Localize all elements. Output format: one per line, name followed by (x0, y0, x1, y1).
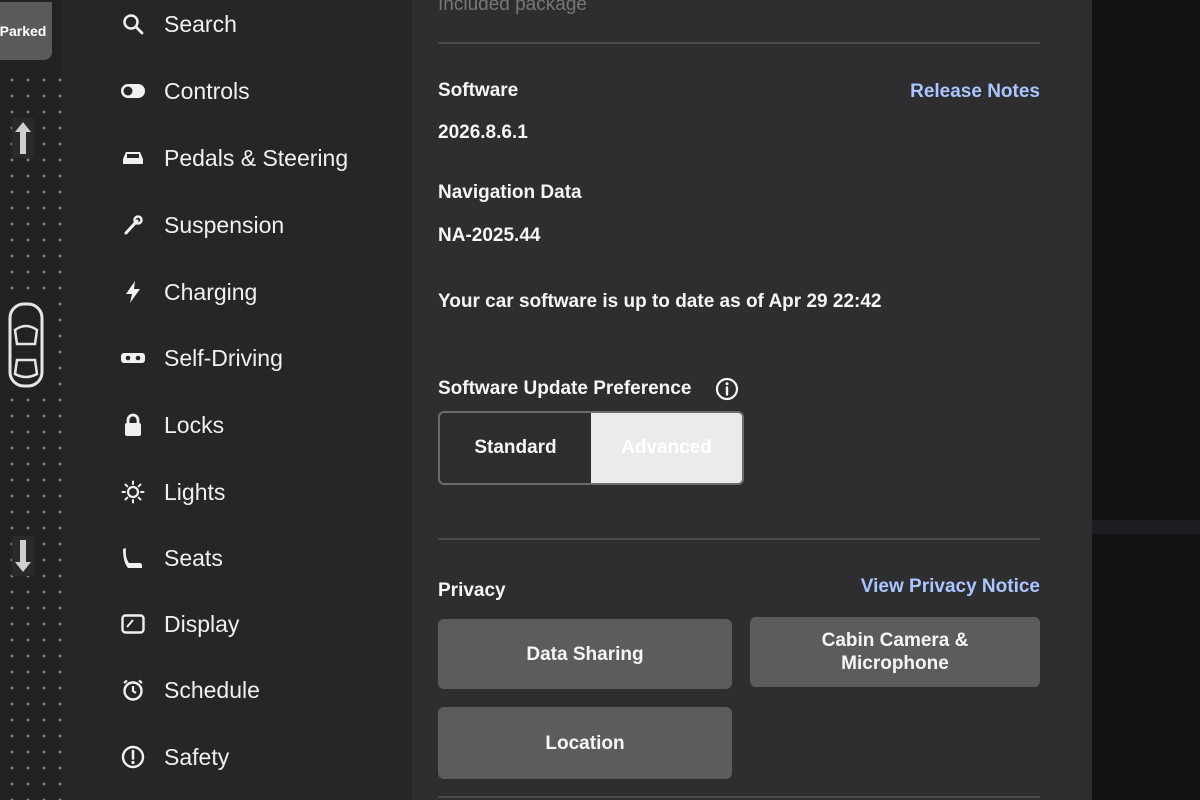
navigation-data-label: Navigation Data (438, 182, 582, 203)
bezel-glint (1092, 520, 1200, 534)
arrow-down-icon[interactable] (12, 536, 34, 576)
software-version: 2026.8.6.1 (438, 122, 528, 143)
menu-item-label: Seats (164, 544, 223, 571)
menu-item-schedule[interactable]: Schedule (120, 670, 260, 710)
alarm-icon (120, 677, 146, 703)
car-outline-icon[interactable] (6, 300, 46, 390)
cabin-camera-microphone-button[interactable]: Cabin Camera & Microphone (750, 617, 1040, 687)
menu-item-label: Lights (164, 478, 226, 505)
lock-icon (120, 412, 146, 438)
location-button[interactable]: Location (438, 707, 732, 779)
update-preference-selector: Standard Advanced (438, 411, 744, 485)
software-panel: Included package Software Release Notes … (412, 0, 1092, 800)
menu-item-self-driving[interactable]: Self-Driving (120, 338, 283, 378)
menu-item-label: Search (164, 10, 237, 37)
update-preference-label: Software Update Preference (438, 378, 692, 399)
standard-option[interactable]: Standard (440, 413, 591, 483)
divider (438, 796, 1040, 798)
menu-item-label: Suspension (164, 211, 285, 238)
menu-item-label: Charging (164, 278, 258, 305)
menu-item-label: Controls (164, 77, 250, 104)
screen-bezel (1092, 0, 1200, 800)
divider (438, 538, 1040, 540)
display-icon (120, 611, 146, 637)
navigation-data-version: NA-2025.44 (438, 225, 541, 246)
menu-item-label: Safety (164, 743, 230, 770)
data-sharing-button[interactable]: Data Sharing (438, 619, 732, 689)
arrow-up-icon[interactable] (12, 118, 34, 158)
menu-item-search[interactable]: Search (120, 4, 237, 44)
toggle-icon (120, 78, 146, 104)
bolt-icon (120, 279, 146, 305)
menu-item-label: Pedals & Steering (164, 144, 349, 171)
left-rail: Parked (0, 0, 62, 800)
menu-item-lights[interactable]: Lights (120, 472, 225, 512)
menu-item-label: Schedule (164, 676, 260, 703)
privacy-label: Privacy (438, 580, 506, 601)
update-status-text: Your car software is up to date as of Ap… (438, 291, 882, 312)
menu-item-pedals-steering[interactable]: Pedals & Steering (120, 138, 348, 178)
alert-icon (120, 744, 146, 770)
menu-item-charging[interactable]: Charging (120, 272, 257, 312)
settings-menu: Search Controls Pedals & Steering Suspen… (62, 0, 412, 800)
search-icon (120, 11, 146, 37)
sun-icon (120, 479, 146, 505)
included-package-text: Included package (438, 0, 587, 15)
software-label: Software (438, 80, 519, 101)
menu-item-label: Locks (164, 411, 225, 438)
view-privacy-notice-link[interactable]: View Privacy Notice (861, 576, 1040, 598)
release-notes-link[interactable]: Release Notes (910, 81, 1040, 103)
divider (438, 42, 1040, 44)
menu-item-controls[interactable]: Controls (120, 71, 250, 111)
seat-icon (120, 545, 146, 571)
menu-item-label: Display (164, 610, 240, 637)
menu-item-safety[interactable]: Safety (120, 737, 229, 777)
menu-item-seats[interactable]: Seats (120, 538, 223, 578)
rail-dot-pattern (0, 70, 62, 800)
menu-item-display[interactable]: Display (120, 604, 239, 644)
gear-status-badge[interactable]: Parked (0, 2, 52, 60)
menu-item-suspension[interactable]: Suspension (120, 205, 284, 245)
wrench-icon (120, 212, 146, 238)
steering-icon (120, 345, 146, 371)
car-icon (120, 145, 146, 171)
menu-item-label: Self-Driving (164, 344, 283, 371)
info-icon[interactable] (715, 377, 739, 401)
advanced-option[interactable]: Advanced (591, 413, 742, 483)
menu-item-locks[interactable]: Locks (120, 405, 224, 445)
